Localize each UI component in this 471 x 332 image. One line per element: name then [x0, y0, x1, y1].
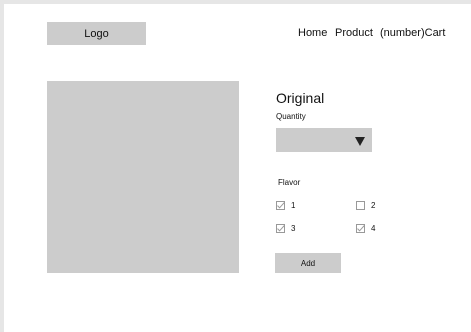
flavor-option-label: 4 [371, 224, 376, 233]
product-image-placeholder [47, 81, 239, 273]
add-button[interactable]: Add [275, 253, 341, 273]
add-button-label: Add [300, 258, 316, 268]
flavor-option-label: 2 [371, 201, 376, 210]
nav-product[interactable]: Product [335, 27, 373, 39]
dropdown-arrow-icon [355, 137, 365, 146]
quantity-select[interactable] [276, 128, 372, 152]
flavor-option-label: 1 [291, 201, 296, 210]
quantity-label: Quantity [276, 112, 306, 121]
page: Logo Home Product (number)Cart Original … [4, 4, 471, 332]
nav-cart[interactable]: (number)Cart [380, 27, 445, 39]
logo[interactable]: Logo [47, 22, 146, 45]
product-title: Original [276, 90, 325, 106]
flavor-label: Flavor [278, 178, 301, 187]
checkbox-unchecked-icon[interactable] [356, 201, 365, 210]
checkbox-checked-icon[interactable] [356, 224, 365, 233]
checkbox-checked-icon[interactable] [276, 201, 285, 210]
nav-home[interactable]: Home [298, 27, 327, 39]
checkbox-checked-icon[interactable] [276, 224, 285, 233]
flavor-option-label: 3 [291, 224, 296, 233]
logo-label: Logo [84, 27, 109, 40]
